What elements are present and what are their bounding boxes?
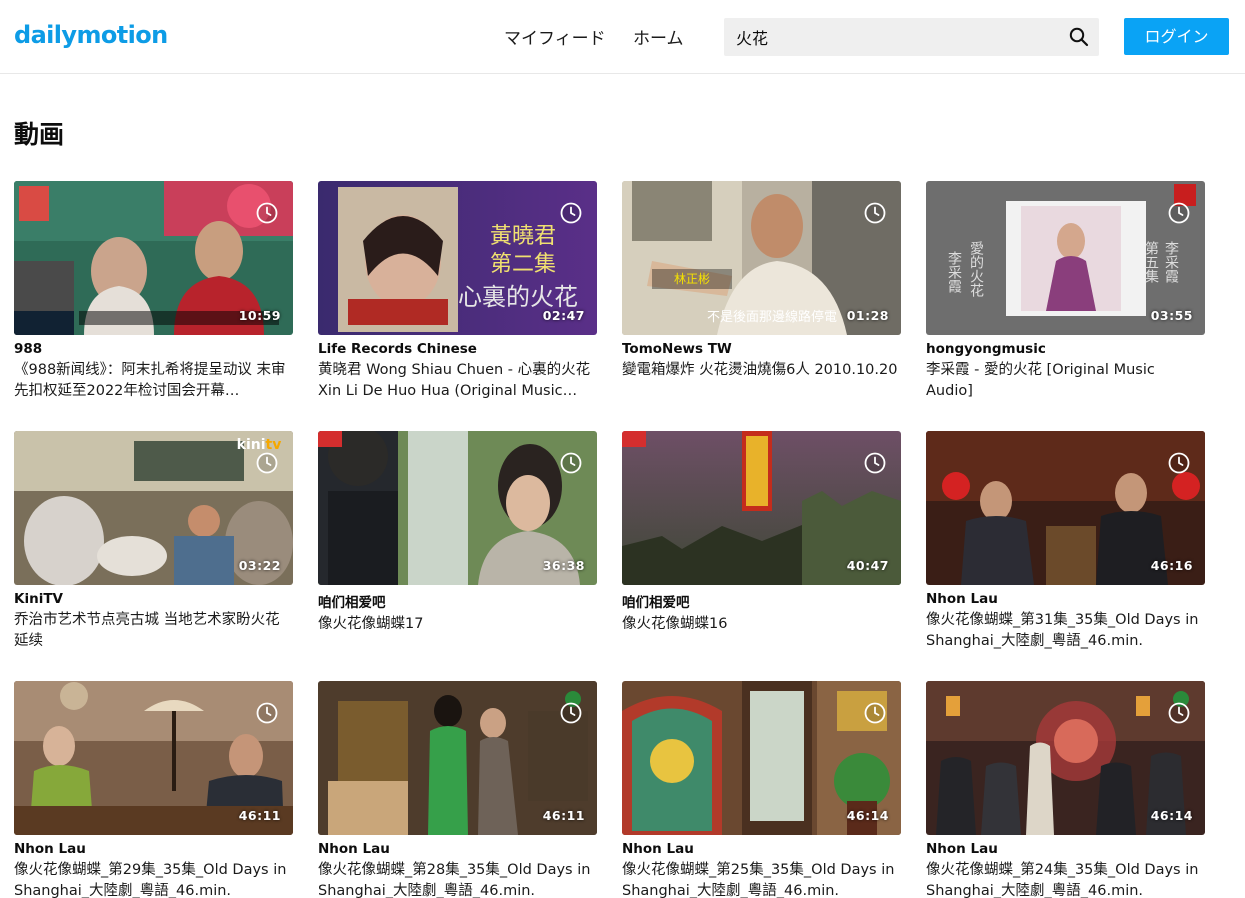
channel-name[interactable]: Nhon Lau (926, 841, 1205, 857)
search-input[interactable] (724, 18, 1054, 56)
video-card[interactable]: kinitv 03:22 KiniTV 乔治市艺术节点亮古城 当地艺术家盼火花延… (14, 431, 293, 652)
video-card[interactable]: 黃曉君 第二集 心裏的火花 02:47 Life Records Chinese… (318, 181, 597, 402)
channel-name[interactable]: 988 (14, 341, 293, 357)
video-duration: 40:47 (846, 558, 889, 573)
channel-name[interactable]: Nhon Lau (318, 841, 597, 857)
channel-name[interactable]: TomoNews TW (622, 341, 901, 357)
video-card[interactable]: 46:11 Nhon Lau 像火花像蝴蝶_第28集_35集_Old Days … (318, 681, 597, 898)
video-card[interactable]: 46:16 Nhon Lau 像火花像蝴蝶_第31集_35集_Old Days … (926, 431, 1205, 652)
site-header: dailymotion マイフィード ホーム ログイン (0, 0, 1245, 74)
svg-text:李采霞: 李采霞 (1163, 241, 1179, 283)
svg-text:心裏的火花: 心裏的火花 (458, 283, 578, 311)
search-bar (724, 18, 1099, 56)
video-card[interactable]: 46:14 Nhon Lau 像火花像蝴蝶_第25集_35集_Old Days … (622, 681, 901, 898)
svg-text:李采霞: 李采霞 (946, 251, 962, 293)
video-title[interactable]: 像火花像蝴蝶_第25集_35集_Old Days in Shanghai_大陸劇… (622, 860, 901, 898)
dailymotion-logo[interactable]: dailymotion (14, 21, 168, 49)
watch-later-clock-icon[interactable] (560, 452, 582, 474)
svg-text:kinitv: kinitv (237, 437, 282, 453)
video-title[interactable]: 像火花像蝴蝶_第29集_35集_Old Days in Shanghai_大陸劇… (14, 860, 293, 898)
video-duration: 46:11 (542, 808, 585, 823)
video-title[interactable]: 像火花像蝴蝶17 (318, 614, 597, 635)
watch-later-clock-icon[interactable] (256, 202, 278, 224)
channel-name[interactable]: 咱们相爱吧 (318, 591, 597, 611)
watch-later-clock-icon[interactable] (864, 202, 886, 224)
video-thumbnail[interactable]: 46:16 (926, 431, 1205, 585)
video-thumbnail[interactable]: 40:47 (622, 431, 901, 585)
watch-later-clock-icon[interactable] (560, 202, 582, 224)
search-icon[interactable] (1069, 27, 1089, 47)
video-card[interactable]: 46:14 Nhon Lau 像火花像蝴蝶_第24集_35集_Old Days … (926, 681, 1205, 898)
video-thumbnail[interactable]: 46:11 (14, 681, 293, 835)
video-card[interactable]: 36:38 咱们相爱吧 像火花像蝴蝶17 (318, 431, 597, 635)
video-thumbnail[interactable]: 46:14 (926, 681, 1205, 835)
svg-text:不是後面那邊線路停電: 不是後面那邊線路停電 (707, 309, 837, 325)
video-card[interactable]: 40:47 咱们相爱吧 像火花像蝴蝶16 (622, 431, 901, 635)
video-duration: 03:55 (1150, 308, 1193, 323)
video-card[interactable]: 46:11 Nhon Lau 像火花像蝴蝶_第29集_35集_Old Days … (14, 681, 293, 898)
svg-text:林正彬: 林正彬 (674, 272, 710, 286)
video-duration: 02:47 (542, 308, 585, 323)
svg-text:第五集: 第五集 (1143, 240, 1159, 283)
channel-name[interactable]: Nhon Lau (14, 841, 293, 857)
watch-later-clock-icon[interactable] (256, 702, 278, 724)
watch-later-clock-icon[interactable] (864, 702, 886, 724)
watch-later-clock-icon[interactable] (1168, 702, 1190, 724)
video-duration: 10:59 (238, 308, 281, 323)
video-duration: 46:14 (1150, 808, 1193, 823)
watch-later-clock-icon[interactable] (256, 452, 278, 474)
nav-my-feed[interactable]: マイフィード (504, 24, 606, 49)
video-title[interactable]: 黄晓君 Wong Shiau Chuen - 心裏的火花 Xin Li De H… (318, 360, 597, 402)
video-thumbnail[interactable]: 林正彬 不是後面那邊線路停電 01:28 (622, 181, 901, 335)
video-thumbnail[interactable]: kinitv 03:22 (14, 431, 293, 585)
video-thumbnail[interactable]: 李采霞 愛的火花 第五集 李采霞 03:55 (926, 181, 1205, 335)
channel-name[interactable]: 咱们相爱吧 (622, 591, 901, 611)
svg-text:第二集: 第二集 (490, 252, 556, 277)
video-duration: 46:14 (846, 808, 889, 823)
video-duration: 01:28 (846, 308, 889, 323)
watch-later-clock-icon[interactable] (560, 702, 582, 724)
watch-later-clock-icon[interactable] (1168, 452, 1190, 474)
video-title[interactable]: 《988新闻线》：阿末扎希将提呈动议 末审先扣权延至2022年检讨国会开幕… (14, 360, 293, 402)
channel-name[interactable]: Nhon Lau (622, 841, 901, 857)
video-duration: 46:11 (238, 808, 281, 823)
login-button[interactable]: ログイン (1124, 18, 1229, 55)
video-thumbnail[interactable]: 黃曉君 第二集 心裏的火花 02:47 (318, 181, 597, 335)
video-title[interactable]: 像火花像蝴蝶16 (622, 614, 901, 635)
watch-later-clock-icon[interactable] (1168, 202, 1190, 224)
video-title[interactable]: 變電箱爆炸 火花燙油燒傷6人 2010.10.20 (622, 360, 901, 381)
video-thumbnail[interactable]: 36:38 (318, 431, 597, 585)
channel-name[interactable]: hongyongmusic (926, 341, 1205, 357)
channel-name[interactable]: KiniTV (14, 591, 293, 607)
video-title[interactable]: 像火花像蝴蝶_第24集_35集_Old Days in Shanghai_大陸劇… (926, 860, 1205, 898)
channel-name[interactable]: Nhon Lau (926, 591, 1205, 607)
video-thumbnail[interactable]: 10:59 (14, 181, 293, 335)
watch-later-clock-icon[interactable] (864, 452, 886, 474)
video-card[interactable]: 10:59 988 《988新闻线》：阿末扎希将提呈动议 末审先扣权延至2022… (14, 181, 293, 402)
video-duration: 46:16 (1150, 558, 1193, 573)
channel-name[interactable]: Life Records Chinese (318, 341, 597, 357)
video-thumbnail[interactable]: 46:14 (622, 681, 901, 835)
video-duration: 03:22 (238, 558, 281, 573)
svg-text:愛的火花: 愛的火花 (968, 241, 984, 298)
video-card[interactable]: 林正彬 不是後面那邊線路停電 01:28 TomoNews TW 變電箱爆炸 火… (622, 181, 901, 381)
video-duration: 36:38 (542, 558, 585, 573)
video-title[interactable]: 像火花像蝴蝶_第28集_35集_Old Days in Shanghai_大陸劇… (318, 860, 597, 898)
video-card[interactable]: 李采霞 愛的火花 第五集 李采霞 03:55 hongyongmusic 李采霞… (926, 181, 1205, 402)
video-title[interactable]: 乔治市艺术节点亮古城 当地艺术家盼火花延续 (14, 610, 293, 652)
video-title[interactable]: 李采霞 - 愛的火花 [Original Music Audio] (926, 360, 1205, 402)
video-thumbnail[interactable]: 46:11 (318, 681, 597, 835)
svg-text:黃曉君: 黃曉君 (490, 224, 556, 249)
nav-home[interactable]: ホーム (633, 24, 684, 49)
video-title[interactable]: 像火花像蝴蝶_第31集_35集_Old Days in Shanghai_大陸劇… (926, 610, 1205, 652)
section-title-videos: 動画 (14, 120, 65, 149)
